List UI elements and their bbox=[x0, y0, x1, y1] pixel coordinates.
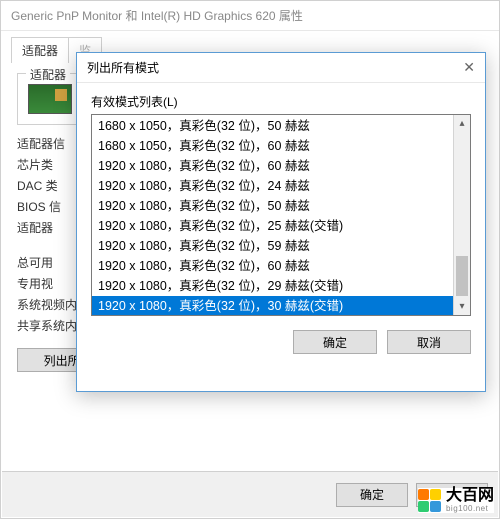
scroll-up-icon[interactable]: ▴ bbox=[454, 115, 470, 132]
mode-list-item[interactable]: 1920 x 1080，真彩色(32 位)，25 赫兹(交错) bbox=[92, 216, 453, 236]
watermark-logo-icon bbox=[418, 489, 442, 513]
mode-list-item[interactable]: 1920 x 1080，真彩色(32 位)，59 赫兹 bbox=[92, 236, 453, 256]
modes-listbox[interactable]: 1680 x 1050，真彩色(32 位)，50 赫兹1680 x 1050，真… bbox=[91, 114, 471, 316]
window-title-text: Generic PnP Monitor 和 Intel(R) HD Graphi… bbox=[11, 7, 303, 24]
dialog-cancel-button[interactable]: 取消 bbox=[387, 330, 471, 354]
parent-ok-button[interactable]: 确定 bbox=[336, 483, 408, 507]
dialog-title: 列出所有模式 bbox=[87, 59, 159, 76]
list-modes-dialog: 列出所有模式 ✕ 有效模式列表(L) 1680 x 1050，真彩色(32 位)… bbox=[76, 52, 486, 392]
mode-list-item[interactable]: 1680 x 1050，真彩色(32 位)，50 赫兹 bbox=[92, 116, 453, 136]
list-label: 有效模式列表(L) bbox=[91, 93, 471, 110]
mode-list-item[interactable]: 1920 x 1080，真彩色(32 位)，29 赫兹(交错) bbox=[92, 276, 453, 296]
watermark-url: big100.net bbox=[446, 504, 494, 513]
scroll-track[interactable] bbox=[454, 132, 470, 298]
watermark: 大百网 big100.net bbox=[418, 488, 494, 513]
mode-list-item[interactable]: 1680 x 1050，真彩色(32 位)，60 赫兹 bbox=[92, 136, 453, 156]
mode-list-item[interactable]: 1920 x 1080，真彩色(32 位)，50 赫兹 bbox=[92, 196, 453, 216]
listbox-scrollbar[interactable]: ▴ ▾ bbox=[453, 115, 470, 315]
mode-list-item[interactable]: 1920 x 1080，真彩色(32 位)，24 赫兹 bbox=[92, 176, 453, 196]
mode-list-item[interactable]: 1920 x 1080，真彩色(32 位)，60 赫兹 bbox=[92, 156, 453, 176]
mode-list-item[interactable]: 1920 x 1080，真彩色(32 位)，30 赫兹(交错) bbox=[92, 296, 453, 315]
scroll-down-icon[interactable]: ▾ bbox=[454, 298, 470, 315]
mode-list-item[interactable]: 1920 x 1080，真彩色(32 位)，60 赫兹 bbox=[92, 256, 453, 276]
scroll-thumb[interactable] bbox=[456, 256, 468, 296]
dialog-titlebar: 列出所有模式 ✕ bbox=[77, 53, 485, 83]
adapter-type-legend: 适配器 bbox=[26, 66, 70, 83]
window-title: Generic PnP Monitor 和 Intel(R) HD Graphi… bbox=[1, 1, 499, 31]
dialog-ok-button[interactable]: 确定 bbox=[293, 330, 377, 354]
adapter-chip-icon bbox=[28, 84, 72, 114]
tab-adapter[interactable]: 适配器 bbox=[11, 37, 69, 63]
close-icon[interactable]: ✕ bbox=[463, 59, 475, 76]
watermark-brand: 大百网 bbox=[446, 488, 494, 504]
